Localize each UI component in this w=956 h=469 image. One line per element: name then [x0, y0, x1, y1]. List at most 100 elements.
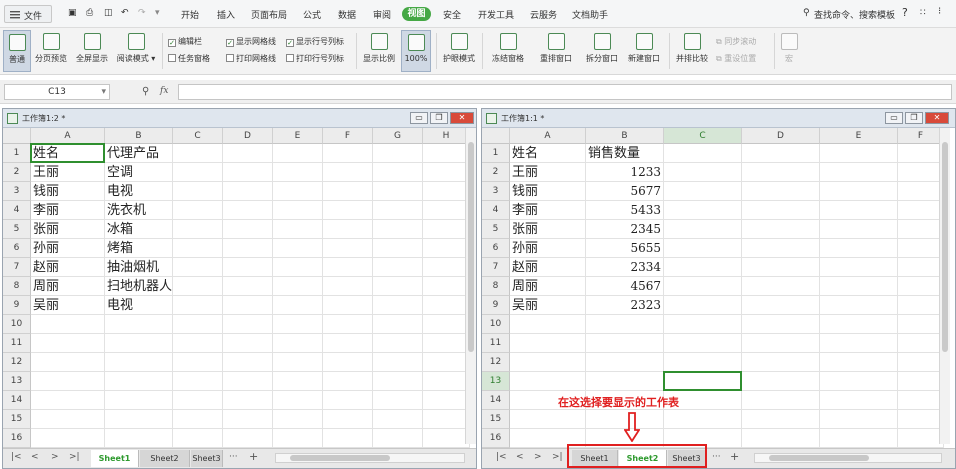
row-header[interactable]: 12: [3, 353, 31, 372]
cell[interactable]: [373, 220, 423, 239]
row-header[interactable]: 1: [3, 144, 31, 163]
column-header[interactable]: A: [510, 128, 586, 144]
cell[interactable]: [664, 410, 742, 429]
undo-icon[interactable]: ↶: [121, 8, 129, 18]
normal-view-button[interactable]: 普通: [3, 30, 31, 72]
cell[interactable]: [31, 410, 105, 429]
cell[interactable]: [820, 372, 898, 391]
cell[interactable]: [273, 315, 323, 334]
cell[interactable]: [423, 182, 470, 201]
row-header[interactable]: 2: [482, 163, 510, 182]
print-preview-icon[interactable]: ◫: [104, 8, 113, 18]
sheet-tab-sheet1[interactable]: Sheet1: [91, 450, 139, 467]
cell[interactable]: [820, 201, 898, 220]
show-gridlines-checkbox[interactable]: ✓ 显示网格线: [226, 36, 276, 47]
cell[interactable]: [664, 315, 742, 334]
cell[interactable]: [223, 220, 273, 239]
cell[interactable]: [664, 239, 742, 258]
cell[interactable]: [173, 315, 223, 334]
row-header[interactable]: 7: [3, 258, 31, 277]
close-icon[interactable]: ✕: [925, 112, 949, 124]
row-header[interactable]: 15: [482, 410, 510, 429]
cell[interactable]: [664, 182, 742, 201]
cell[interactable]: [664, 353, 742, 372]
row-header[interactable]: 16: [3, 429, 31, 448]
cell[interactable]: [423, 372, 470, 391]
cell[interactable]: [323, 182, 373, 201]
row-header[interactable]: 1: [482, 144, 510, 163]
cell[interactable]: [423, 277, 470, 296]
cell[interactable]: [820, 353, 898, 372]
cell[interactable]: [423, 410, 470, 429]
cell[interactable]: [31, 372, 105, 391]
cell[interactable]: [273, 429, 323, 448]
scroll-thumb[interactable]: [769, 455, 869, 461]
sheet-tab-sheet3[interactable]: Sheet3: [191, 450, 223, 467]
last-sheet-icon[interactable]: >|: [69, 452, 80, 462]
cell[interactable]: 销售数量: [586, 144, 664, 163]
cell[interactable]: [223, 334, 273, 353]
cell[interactable]: 吴丽: [510, 296, 586, 315]
cell[interactable]: [223, 163, 273, 182]
sheet-tab-sheet2[interactable]: Sheet2: [140, 450, 190, 467]
add-sheet-icon[interactable]: +: [730, 450, 739, 463]
reading-mode-button[interactable]: 阅读模式 ▾: [114, 30, 158, 72]
scroll-thumb[interactable]: [468, 142, 474, 352]
quick-access-more-icon[interactable]: ▾: [155, 8, 160, 18]
cell[interactable]: [423, 429, 470, 448]
cell[interactable]: 扫地机器人: [105, 277, 173, 296]
cell[interactable]: [173, 182, 223, 201]
column-header[interactable]: F: [323, 128, 373, 144]
cell[interactable]: [373, 296, 423, 315]
cell[interactable]: [31, 353, 105, 372]
tab-cloud[interactable]: 云服务: [530, 8, 557, 21]
save-icon[interactable]: ▣: [68, 8, 77, 18]
cell[interactable]: 吴丽: [31, 296, 105, 315]
column-header[interactable]: D: [742, 128, 820, 144]
cell[interactable]: [820, 144, 898, 163]
cell[interactable]: [898, 372, 944, 391]
row-header[interactable]: 15: [3, 410, 31, 429]
cell[interactable]: [373, 277, 423, 296]
cell[interactable]: [742, 239, 820, 258]
cell[interactable]: [586, 334, 664, 353]
cell[interactable]: [898, 334, 944, 353]
cell[interactable]: [742, 410, 820, 429]
tab-data[interactable]: 数据: [338, 8, 356, 21]
fx-icon[interactable]: fx: [160, 86, 168, 96]
cell[interactable]: [820, 334, 898, 353]
cell[interactable]: [273, 163, 323, 182]
cell[interactable]: [31, 334, 105, 353]
minimize-ribbon-icon[interactable]: ∷: [920, 8, 926, 18]
cell[interactable]: [820, 220, 898, 239]
cell[interactable]: [273, 220, 323, 239]
cell[interactable]: 2345: [586, 220, 664, 239]
cell[interactable]: [373, 163, 423, 182]
column-header[interactable]: D: [223, 128, 273, 144]
cell[interactable]: [273, 410, 323, 429]
eye-protection-button[interactable]: 护眼模式: [440, 30, 478, 72]
cell[interactable]: 张丽: [510, 220, 586, 239]
cell[interactable]: 抽油烟机: [105, 258, 173, 277]
cell[interactable]: [742, 296, 820, 315]
cell[interactable]: [173, 391, 223, 410]
cell[interactable]: [273, 372, 323, 391]
row-header[interactable]: 4: [3, 201, 31, 220]
cell[interactable]: [173, 144, 223, 163]
prev-sheet-icon[interactable]: <: [31, 452, 39, 462]
cell[interactable]: [820, 391, 898, 410]
command-search[interactable]: 查找命令、搜索模板: [814, 8, 895, 21]
cell[interactable]: [223, 144, 273, 163]
cell[interactable]: [510, 353, 586, 372]
print-headings-checkbox[interactable]: 打印行号列标: [286, 53, 344, 64]
reset-position-button[interactable]: ⧉ 重设位置: [716, 53, 756, 64]
cell[interactable]: [223, 315, 273, 334]
row-header[interactable]: 14: [3, 391, 31, 410]
close-icon[interactable]: ✕: [450, 112, 474, 124]
cell[interactable]: [742, 353, 820, 372]
cell[interactable]: [510, 410, 586, 429]
horizontal-scrollbar[interactable]: [754, 453, 942, 463]
tab-page-layout[interactable]: 页面布局: [251, 8, 287, 21]
cell[interactable]: [373, 372, 423, 391]
cell[interactable]: 电视: [105, 182, 173, 201]
